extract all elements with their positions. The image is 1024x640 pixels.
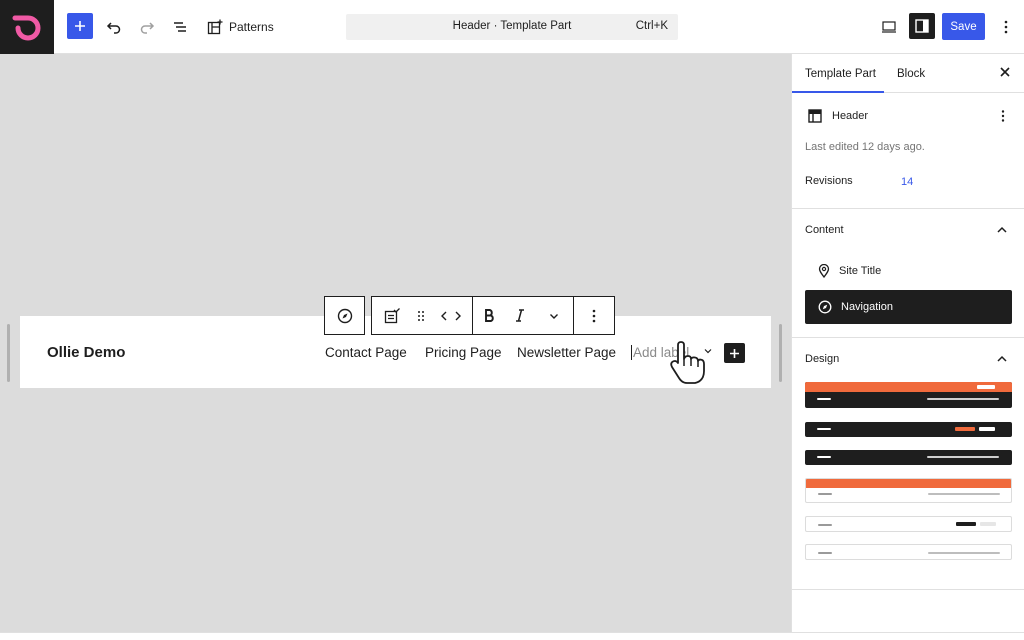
command-palette-bar[interactable]: Header · Template Part Ctrl+K — [346, 14, 678, 40]
design-panel: Design — [792, 338, 1024, 590]
italic-icon — [516, 309, 524, 322]
drag-handle-icon — [418, 310, 424, 321]
site-logo-button[interactable] — [0, 0, 54, 54]
pattern-title — [818, 493, 832, 495]
content-item-navigation[interactable]: Navigation — [805, 290, 1012, 324]
plus-icon — [730, 348, 739, 358]
pattern-title — [818, 524, 832, 526]
more-vertical-icon — [592, 309, 596, 322]
pattern-title — [817, 456, 831, 458]
design-heading[interactable]: Design — [805, 353, 839, 365]
patterns-label: Patterns — [229, 20, 274, 34]
pattern-nav — [928, 493, 1000, 495]
block-toolbar[interactable] — [371, 296, 615, 335]
pattern-nav — [928, 552, 1000, 554]
move-left-right-buttons[interactable] — [430, 297, 472, 334]
undo-icon — [106, 22, 121, 34]
sidebar-tabs: Template Part Block — [792, 54, 1024, 93]
desktop-icon — [882, 21, 896, 33]
pattern-button — [955, 427, 975, 431]
content-panel: Content Site Title Navigation — [792, 209, 1024, 338]
shortcut-hint: Ctrl+K — [635, 20, 668, 32]
settings-panel-toggle[interactable] — [909, 13, 935, 39]
options-menu-button[interactable] — [992, 13, 1020, 41]
pattern-button — [980, 522, 996, 526]
header-layout-icon — [808, 109, 822, 123]
header-pattern-3[interactable] — [805, 450, 1012, 465]
header-pattern-5[interactable] — [805, 516, 1012, 532]
more-vertical-icon — [1004, 20, 1008, 34]
content-heading[interactable]: Content — [805, 224, 844, 236]
chevron-down-icon — [550, 313, 558, 319]
drag-handle[interactable] — [412, 297, 430, 334]
save-button[interactable]: Save — [942, 13, 985, 40]
revisions-label: Revisions — [805, 175, 853, 187]
italic-button[interactable] — [505, 297, 535, 334]
undo-button[interactable] — [100, 13, 128, 41]
select-parent-button[interactable] — [372, 297, 412, 334]
tab-block[interactable]: Block — [897, 68, 925, 80]
block-inserter-button[interactable] — [67, 13, 93, 39]
sidebar-icon — [915, 19, 929, 33]
pattern-nav — [927, 398, 999, 400]
nav-link-newsletter[interactable]: Newsletter Page — [517, 345, 616, 360]
nav-link-pricing[interactable]: Pricing Page — [425, 345, 502, 360]
ollie-logo-icon — [12, 15, 41, 41]
block-breadcrumb-bar — [0, 632, 1024, 640]
pattern-button — [979, 427, 995, 431]
list-view-icon — [174, 22, 186, 32]
hand-pointer-icon — [670, 341, 705, 384]
pattern-button — [956, 522, 976, 526]
pattern-button — [977, 385, 995, 389]
header-pattern-1[interactable] — [805, 382, 1012, 408]
block-type-toolbar[interactable] — [324, 296, 365, 335]
header-pattern-6[interactable] — [805, 544, 1012, 560]
chevron-left-right-icon — [441, 311, 461, 320]
template-summary: Header Last edited 12 days ago. Revision… — [792, 93, 1024, 209]
compass-icon — [337, 308, 352, 323]
header-pattern-4[interactable] — [805, 478, 1012, 503]
site-title-block[interactable]: Ollie Demo — [47, 344, 125, 361]
revisions-count-link[interactable]: 14 — [901, 176, 913, 188]
pattern-nav — [927, 456, 999, 458]
block-options-button[interactable] — [574, 297, 614, 334]
map-pin-icon — [818, 264, 830, 278]
preview-button[interactable] — [875, 13, 903, 41]
pattern-title — [817, 398, 831, 400]
template-name: Header — [832, 110, 869, 122]
content-item-site-title[interactable]: Site Title — [805, 254, 1012, 288]
patterns-button[interactable]: Patterns — [207, 13, 274, 41]
plus-icon — [75, 21, 85, 31]
resize-handle-right[interactable] — [779, 324, 782, 382]
document-overview-button[interactable] — [166, 13, 194, 41]
more-vertical-icon[interactable] — [1001, 110, 1005, 122]
editor-canvas[interactable]: Ollie Demo Contact Page Pricing Page New… — [0, 54, 791, 632]
navigation-block-button[interactable] — [325, 297, 364, 334]
chevron-up-icon[interactable] — [996, 225, 1008, 235]
submenu-icon — [384, 307, 400, 323]
tab-template-part[interactable]: Template Part — [805, 68, 876, 80]
content-item-label: Site Title — [839, 265, 882, 277]
bold-button[interactable] — [473, 297, 505, 334]
nav-link-contact[interactable]: Contact Page — [325, 345, 407, 360]
bold-icon — [484, 309, 494, 322]
document-title: Header · Template Part — [452, 20, 572, 32]
pattern-title — [818, 552, 832, 554]
chevron-up-icon[interactable] — [996, 354, 1008, 364]
content-item-label: Navigation — [841, 301, 893, 313]
redo-button[interactable] — [133, 13, 161, 41]
pattern-title — [817, 428, 831, 430]
close-icon[interactable] — [999, 66, 1011, 78]
editor-header: Patterns Header · Template Part Ctrl+K S… — [0, 0, 1024, 54]
pattern-banner — [806, 479, 1011, 488]
header-pattern-2[interactable] — [805, 422, 1012, 437]
redo-icon — [140, 22, 155, 34]
last-edited-text: Last edited 12 days ago. — [805, 141, 925, 153]
resize-handle-left[interactable] — [7, 324, 10, 382]
add-nav-item-button[interactable] — [724, 343, 745, 363]
patterns-icon — [207, 19, 223, 35]
compass-icon — [818, 300, 832, 314]
settings-sidebar: Template Part Block Header Last edited 1… — [791, 54, 1024, 632]
more-formatting-button[interactable] — [535, 297, 573, 334]
